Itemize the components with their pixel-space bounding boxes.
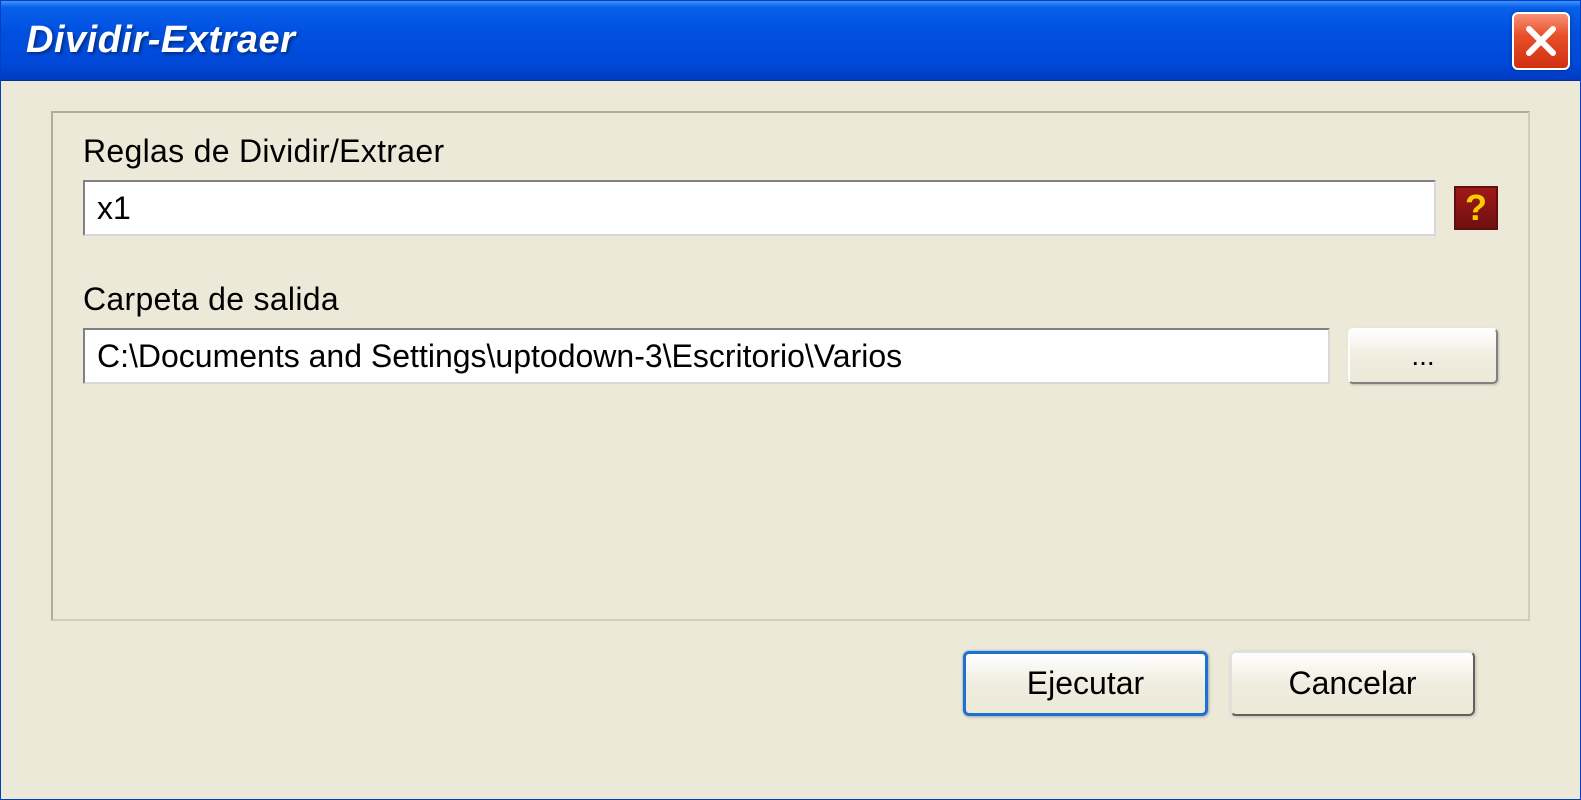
form-group-box: Reglas de Dividir/Extraer ? Carpeta de s… [51, 111, 1530, 621]
output-folder-field-group: Carpeta de salida ... [83, 281, 1498, 384]
close-icon [1523, 23, 1559, 59]
rules-field-group: Reglas de Dividir/Extraer ? [83, 133, 1498, 236]
output-folder-field-row: ... [83, 328, 1498, 384]
titlebar[interactable]: Dividir-Extraer [1, 1, 1580, 81]
output-folder-input[interactable] [83, 328, 1330, 384]
window-title: Dividir-Extraer [26, 19, 295, 62]
execute-button[interactable]: Ejecutar [963, 651, 1208, 716]
rules-field-row: ? [83, 180, 1498, 236]
close-button[interactable] [1512, 12, 1570, 70]
question-mark-icon: ? [1465, 187, 1487, 229]
rules-input[interactable] [83, 180, 1436, 236]
rules-label: Reglas de Dividir/Extraer [83, 133, 1498, 170]
dialog-window: Dividir-Extraer Reglas de Dividir/Extrae… [0, 0, 1581, 800]
content-area: Reglas de Dividir/Extraer ? Carpeta de s… [1, 81, 1580, 736]
button-bar: Ejecutar Cancelar [51, 621, 1530, 716]
cancel-button[interactable]: Cancelar [1230, 651, 1475, 716]
help-button[interactable]: ? [1454, 186, 1498, 230]
browse-button[interactable]: ... [1348, 328, 1498, 384]
output-folder-label: Carpeta de salida [83, 281, 1498, 318]
